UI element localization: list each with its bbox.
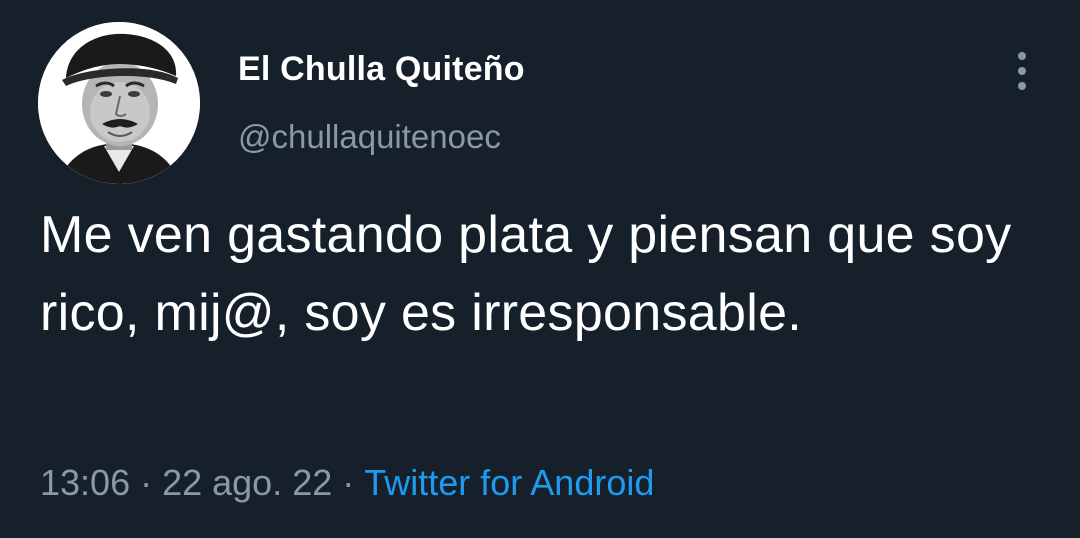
author-display-name[interactable]: El Chulla Quiteño	[238, 50, 525, 89]
meta-separator: ·	[342, 462, 355, 503]
tweet-source-link[interactable]: Twitter for Android	[364, 462, 654, 503]
tweet-card: El Chulla Quiteño @chullaquitenoec Me ve…	[0, 0, 1080, 538]
more-vertical-icon-dot	[1018, 67, 1026, 75]
author-handle[interactable]: @chullaquitenoec	[238, 118, 501, 156]
meta-separator: ·	[140, 462, 153, 503]
tweet-text: Me ven gastando plata y piensan que soy …	[40, 206, 1012, 342]
tweet-time[interactable]: 13:06	[40, 462, 130, 503]
more-options-button[interactable]	[1004, 48, 1040, 94]
tweet-date[interactable]: 22 ago. 22	[162, 462, 332, 503]
more-vertical-icon-dot	[1018, 82, 1026, 90]
avatar[interactable]	[38, 22, 200, 184]
tweet-metadata: 13:06 · 22 ago. 22 · Twitter for Android	[40, 462, 654, 504]
avatar-portrait	[38, 22, 200, 184]
more-vertical-icon	[1018, 52, 1026, 60]
